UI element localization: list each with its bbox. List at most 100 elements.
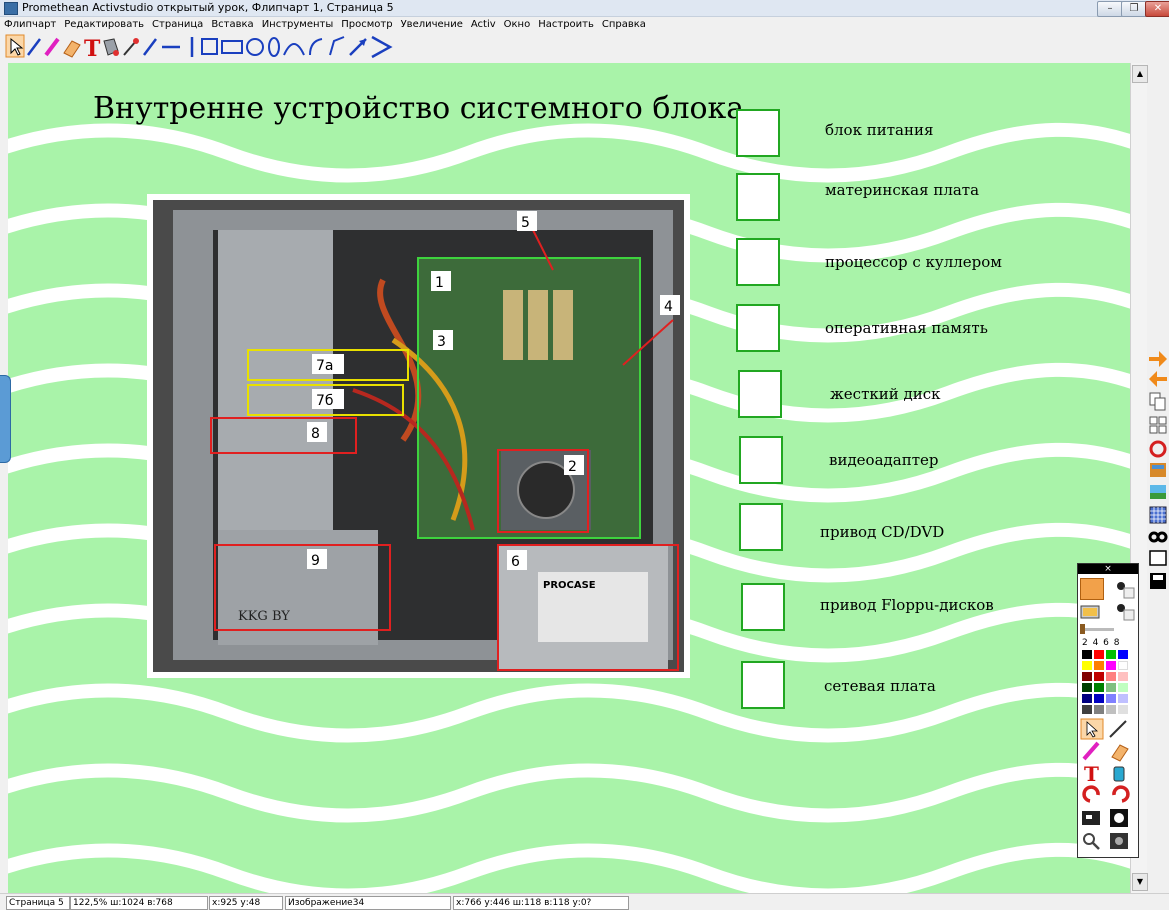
answer-box-2[interactable] bbox=[736, 173, 780, 221]
magnifier-icon[interactable] bbox=[1083, 833, 1100, 850]
arc-icon[interactable] bbox=[283, 43, 305, 56]
menu-edit[interactable]: Редактировать bbox=[60, 18, 148, 32]
select-arrow-icon[interactable] bbox=[5, 34, 25, 58]
answer-box-5[interactable] bbox=[738, 370, 782, 418]
palette-fill-icon[interactable] bbox=[1113, 766, 1125, 782]
next-page-icon[interactable] bbox=[1149, 351, 1167, 367]
menu-tools[interactable]: Инструменты bbox=[258, 18, 338, 32]
user-profile-icon[interactable] bbox=[1114, 580, 1136, 600]
color-swatch-charcoal[interactable] bbox=[1082, 705, 1092, 714]
menu-help[interactable]: Справка bbox=[598, 18, 650, 32]
color-swatch-royal[interactable] bbox=[1094, 694, 1104, 703]
color-swatch-navy[interactable] bbox=[1082, 694, 1092, 703]
color-swatch-white[interactable] bbox=[1118, 661, 1128, 670]
arrow-icon[interactable] bbox=[349, 38, 367, 56]
palette-highlighter-icon[interactable] bbox=[1082, 741, 1100, 761]
rectangle-icon[interactable] bbox=[221, 40, 243, 54]
color-swatch-green[interactable] bbox=[1106, 650, 1116, 659]
link-icon[interactable] bbox=[1148, 531, 1168, 543]
square-icon[interactable] bbox=[201, 38, 218, 55]
text-icon[interactable]: T bbox=[84, 36, 101, 61]
screen-mode-icon[interactable] bbox=[1080, 602, 1102, 622]
ellipse-icon[interactable] bbox=[268, 37, 280, 57]
color-swatch-black[interactable] bbox=[1082, 650, 1092, 659]
previous-page-icon[interactable] bbox=[1149, 371, 1167, 387]
answer-box-9[interactable] bbox=[741, 661, 785, 709]
color-swatch-forest[interactable] bbox=[1094, 683, 1104, 692]
menu-zoom[interactable]: Увеличение bbox=[397, 18, 467, 32]
resource-library-icon[interactable] bbox=[1150, 463, 1166, 477]
side-panel-tab[interactable] bbox=[0, 375, 11, 463]
screenshot-icon[interactable] bbox=[1110, 833, 1128, 849]
color-swatch-blue[interactable] bbox=[1118, 650, 1128, 659]
pen-width-icon[interactable] bbox=[1080, 578, 1104, 600]
answer-box-6[interactable] bbox=[739, 436, 783, 484]
menu-insert[interactable]: Вставка bbox=[207, 18, 257, 32]
answer-box-1[interactable] bbox=[736, 109, 780, 157]
color-swatch-salmon[interactable] bbox=[1106, 672, 1116, 681]
page-sorter-icon[interactable] bbox=[1149, 416, 1167, 434]
chevron-icon[interactable] bbox=[371, 35, 393, 59]
menu-activ[interactable]: Activ bbox=[467, 18, 500, 32]
answer-box-7[interactable] bbox=[739, 503, 783, 551]
color-swatch-maroon[interactable] bbox=[1082, 672, 1092, 681]
menu-flipchart[interactable]: Флипчарт bbox=[0, 18, 60, 32]
highlighter-icon[interactable] bbox=[44, 37, 60, 57]
answer-box-4[interactable] bbox=[736, 304, 780, 352]
palette-close-button[interactable]: × bbox=[1078, 564, 1138, 574]
marker-icon[interactable] bbox=[123, 38, 139, 56]
refresh-icon[interactable] bbox=[1149, 440, 1167, 458]
color-swatch-yellow[interactable] bbox=[1082, 661, 1092, 670]
user-profile-2-icon[interactable] bbox=[1114, 602, 1136, 622]
color-swatch-gray[interactable] bbox=[1094, 705, 1104, 714]
scroll-down-button[interactable]: ▼ bbox=[1132, 873, 1148, 891]
camera-icon[interactable] bbox=[1082, 811, 1100, 825]
minimize-button[interactable]: – bbox=[1097, 1, 1123, 17]
undo-icon[interactable] bbox=[1082, 785, 1100, 803]
circle-icon[interactable] bbox=[246, 38, 264, 56]
line-icon[interactable] bbox=[143, 38, 157, 56]
color-swatch-orange[interactable] bbox=[1094, 661, 1104, 670]
color-swatch-silver[interactable] bbox=[1106, 705, 1116, 714]
color-swatch-magenta[interactable] bbox=[1106, 661, 1116, 670]
color-swatch-light-gray[interactable] bbox=[1118, 705, 1128, 714]
pen-widths[interactable]: 2 4 6 8 bbox=[1082, 638, 1121, 648]
page-copy-icon[interactable] bbox=[1149, 392, 1166, 411]
flipchart-page[interactable]: Внутренне устройство системного блока PR… bbox=[8, 63, 1130, 893]
close-button[interactable]: ✕ bbox=[1145, 1, 1169, 17]
palette-text-icon[interactable]: T bbox=[1084, 762, 1099, 786]
menu-window[interactable]: Окно bbox=[500, 18, 535, 32]
spotlight-icon[interactable] bbox=[1110, 809, 1128, 827]
color-swatch-red[interactable] bbox=[1094, 650, 1104, 659]
color-swatch-dark-green[interactable] bbox=[1082, 683, 1092, 692]
color-swatch-sage[interactable] bbox=[1106, 683, 1116, 692]
reveal-icon[interactable] bbox=[1149, 550, 1167, 566]
color-swatch-periwinkle[interactable] bbox=[1106, 694, 1116, 703]
answer-box-3[interactable] bbox=[736, 238, 780, 286]
palette-select-icon[interactable] bbox=[1080, 718, 1104, 740]
palette-eraser-icon[interactable] bbox=[1111, 744, 1129, 762]
scroll-up-button[interactable]: ▲ bbox=[1132, 65, 1148, 83]
angle-icon[interactable] bbox=[329, 36, 345, 56]
answer-box-8[interactable] bbox=[741, 583, 785, 631]
pc-case-photo[interactable]: PROCASE KKG BY 1 2 3 4 5 6 7а 7б 8 9 bbox=[147, 194, 690, 678]
fill-icon[interactable] bbox=[103, 38, 119, 56]
color-swatch-dark-red[interactable] bbox=[1094, 672, 1104, 681]
restore-button[interactable]: ❐ bbox=[1121, 1, 1147, 17]
color-grid[interactable] bbox=[1082, 650, 1130, 714]
menu-customize[interactable]: Настроить bbox=[534, 18, 598, 32]
pen-icon[interactable] bbox=[27, 38, 41, 56]
background-icon[interactable] bbox=[1150, 485, 1166, 499]
save-icon[interactable] bbox=[1150, 573, 1166, 589]
tool-palette[interactable]: × 2 4 6 8 T bbox=[1077, 563, 1139, 858]
curve-icon[interactable] bbox=[309, 38, 323, 56]
color-swatch-pink[interactable] bbox=[1118, 672, 1128, 681]
color-swatch-mint[interactable] bbox=[1118, 683, 1128, 692]
color-swatch-lavender[interactable] bbox=[1118, 694, 1128, 703]
eraser-icon[interactable] bbox=[63, 40, 81, 58]
menu-page[interactable]: Страница bbox=[148, 18, 207, 32]
redo-icon[interactable] bbox=[1112, 785, 1130, 803]
grid-icon[interactable] bbox=[1149, 506, 1167, 524]
palette-pen-icon[interactable] bbox=[1109, 720, 1127, 738]
menu-view[interactable]: Просмотр bbox=[337, 18, 396, 32]
